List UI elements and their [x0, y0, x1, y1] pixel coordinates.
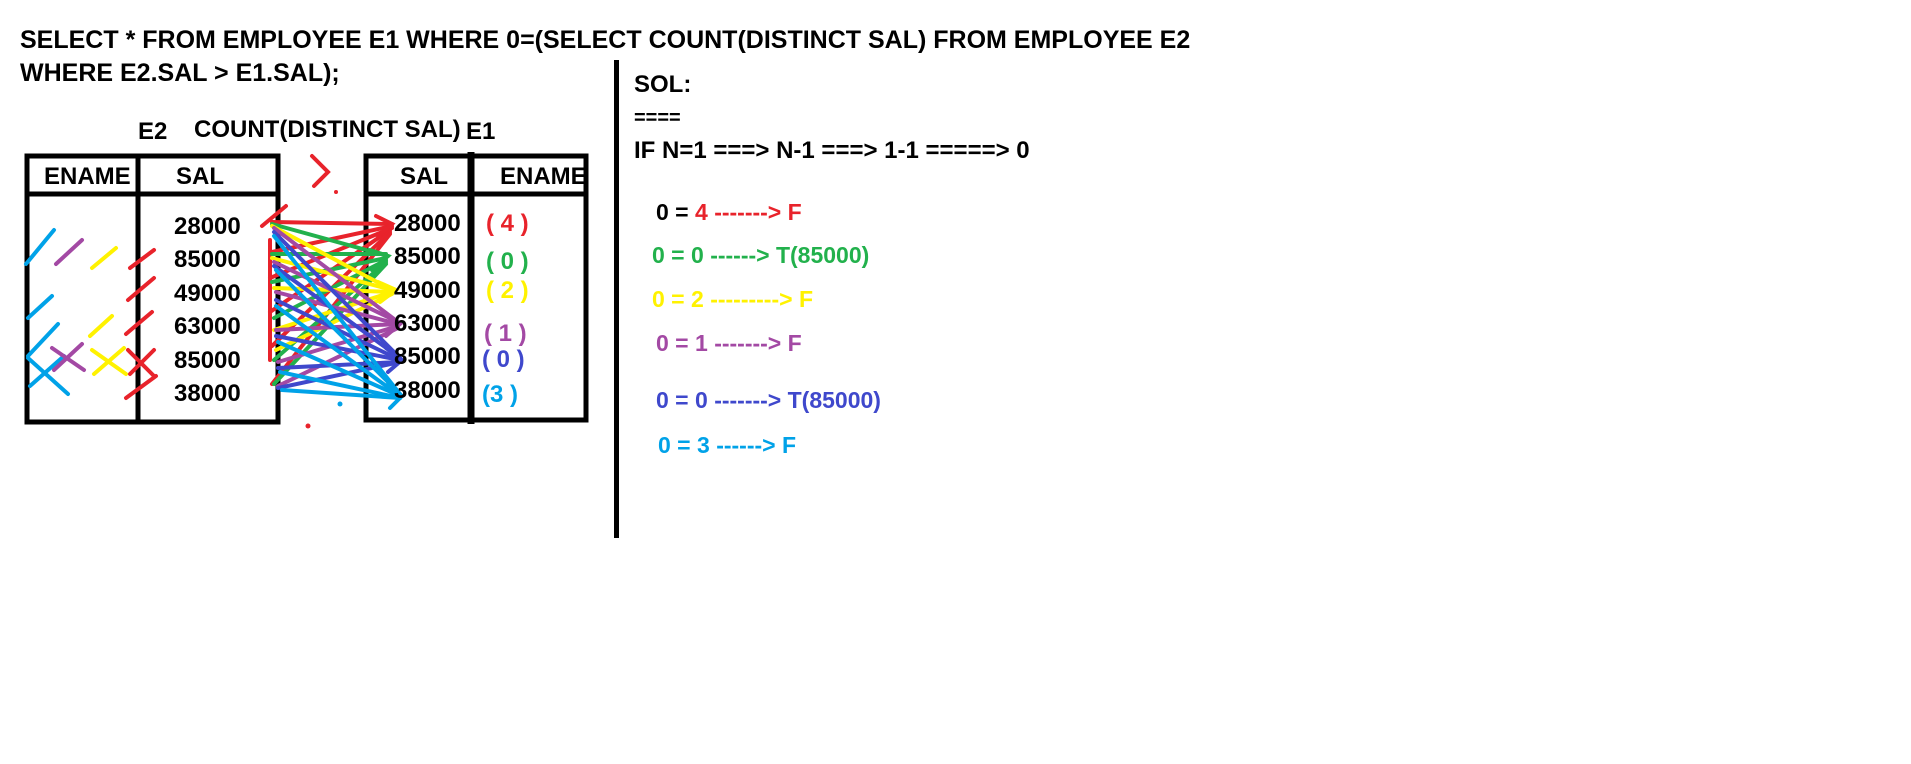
solution-underline: ==== [634, 107, 681, 129]
result-rhs: 3 ------> F [697, 432, 797, 458]
e1-count-cell: ( 0 ) [482, 346, 525, 373]
e2-sal-cell: 85000 [174, 347, 241, 374]
result-lhs: 0 = [652, 242, 692, 268]
e2-sal-cell: 49000 [174, 280, 241, 307]
result-rhs: 0 -------> T(85000) [695, 387, 881, 413]
e1-sal-cell: 38000 [394, 377, 461, 404]
e1-header-ename: ENAME [500, 163, 587, 190]
e1-count-cell: ( 4 ) [486, 210, 529, 237]
result-row: 0 = 2 ---------> F [652, 285, 813, 313]
result-rhs: 2 ---------> F [691, 286, 814, 312]
solution-formula: IF N=1 ===> N-1 ===> 1-1 =====> 0 [634, 137, 1030, 164]
e2-sal-cell: 63000 [174, 313, 241, 340]
result-row: 0 = 0 -------> T(85000) [656, 386, 881, 414]
result-row: 0 = 4 -------> F [656, 198, 802, 226]
e1-header-sal: SAL [400, 163, 448, 190]
result-rhs: 0 ------> T(85000) [691, 242, 870, 268]
e1-count-cell: ( 2 ) [486, 277, 529, 304]
e2-header-ename: ENAME [44, 163, 131, 190]
result-lhs: 0 = [658, 432, 698, 458]
e2-sal-cell: 38000 [174, 380, 241, 407]
solution-title: SOL: [634, 71, 692, 98]
result-lhs: 0 = [656, 199, 696, 225]
e1-count-cell: ( 1 ) [484, 320, 527, 347]
result-lhs: 0 = [652, 286, 692, 312]
result-row: 0 = 1 -------> F [656, 329, 802, 357]
e1-sal-cell: 63000 [394, 310, 461, 337]
result-row: 0 = 0 ------> T(85000) [652, 241, 869, 269]
result-row: 0 = 3 ------> F [658, 431, 796, 459]
greater-than-mark [310, 154, 331, 188]
e1-sal-cell: 28000 [394, 210, 461, 237]
e2-sal-cell: 85000 [174, 246, 241, 273]
result-rhs: 4 -------> F [695, 199, 802, 225]
e1-sal-cell: 49000 [394, 277, 461, 304]
comparison-arrows [260, 204, 406, 410]
e1-count-cell: (3 ) [482, 381, 518, 408]
e1-count-cell: ( 0 ) [486, 248, 529, 275]
result-lhs: 0 = [656, 387, 696, 413]
diagram-canvas [24, 152, 589, 429]
e1-sal-cell: 85000 [394, 243, 461, 270]
e2-sal-cell: 28000 [174, 213, 241, 240]
e2-header-sal: SAL [176, 163, 224, 190]
e1-sal-cell: 85000 [394, 343, 461, 370]
result-lhs: 0 = [656, 330, 696, 356]
result-rhs: 1 -------> F [695, 330, 802, 356]
